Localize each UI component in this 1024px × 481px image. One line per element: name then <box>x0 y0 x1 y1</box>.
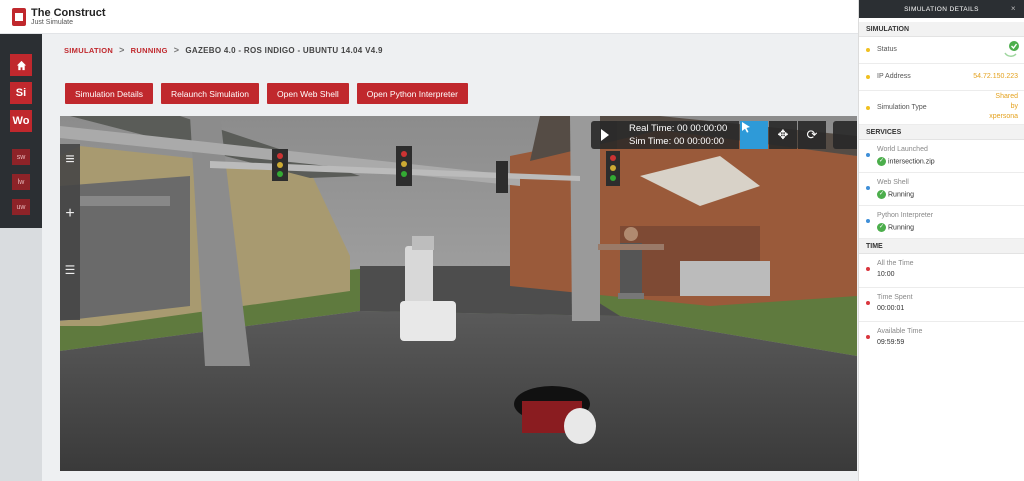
python-row: Python Interpreter ✓ Running <box>859 206 1024 239</box>
layers-icon[interactable]: ☰ <box>62 262 78 278</box>
world-row: World Launched ✓ intersection.zip <box>859 140 1024 173</box>
sidebar: Si Wo sw lw uw <box>0 34 42 481</box>
ip-row: IP Address 54.72.150.223 <box>859 64 1024 91</box>
translate-icon[interactable]: ✥ <box>769 121 797 149</box>
breadcrumb-running[interactable]: RUNNING <box>131 46 168 55</box>
simulation-viewport[interactable]: ≡ + ☰ Real Time: 00 00:00:00 Sim Time: 0… <box>60 116 857 471</box>
logo-icon <box>12 8 26 26</box>
all-time-label: All the Time <box>877 260 914 267</box>
sim-time-text: Sim Time: 00 00:00:00 <box>629 136 725 147</box>
check-icon: ✓ <box>877 190 886 199</box>
time-spent-label: Time Spent <box>877 294 913 301</box>
rotate-icon[interactable]: ⟳ <box>798 121 826 149</box>
type-dot <box>866 106 870 110</box>
all-time-dot <box>866 267 870 271</box>
menu-icon[interactable]: ≡ <box>62 152 78 168</box>
relaunch-simulation-button[interactable]: Relaunch Simulation <box>161 83 259 104</box>
close-icon[interactable]: × <box>1011 4 1016 13</box>
available-time-label: Available Time <box>877 328 923 335</box>
available-time-value: 09:59:59 <box>877 339 905 346</box>
breadcrumb-current: GAZEBO 4.0 - ROS INDIGO - UBUNTU 14.04 V… <box>185 45 383 55</box>
webshell-label: Web Shell <box>877 179 909 186</box>
play-button[interactable] <box>591 121 617 149</box>
sidebar-item-sw[interactable]: sw <box>12 149 30 165</box>
sidebar-item-si[interactable]: Si <box>10 82 32 104</box>
section-services: SERVICES <box>859 125 1024 140</box>
viewport-toolbar-left: ≡ + ☰ <box>60 144 80 320</box>
panel-title: SIMULATION DETAILS <box>904 5 979 13</box>
real-time-text: Real Time: 00 00:00:00 <box>629 123 728 134</box>
ip-value[interactable]: 54.72.150.223 <box>973 73 1018 80</box>
time-display: Real Time: 00 00:00:00 Sim Time: 00 00:0… <box>617 121 739 149</box>
simulation-type-row: Simulation Type Shared by xpersona <box>859 91 1024 125</box>
sidebar-item-wo[interactable]: Wo <box>10 110 32 132</box>
action-bar: Simulation Details Relaunch Simulation O… <box>65 83 468 104</box>
world-value-wrap: ✓ intersection.zip <box>877 157 935 166</box>
panel-header: SIMULATION DETAILS × <box>859 0 1024 18</box>
all-time-value: 10:00 <box>877 271 895 278</box>
section-time: TIME <box>859 239 1024 254</box>
breadcrumb: SIMULATION > RUNNING > GAZEBO 4.0 - ROS … <box>64 45 383 55</box>
world-dot <box>866 153 870 157</box>
ip-label: IP Address <box>877 73 911 80</box>
available-time-dot <box>866 335 870 339</box>
sidebar-item-uw[interactable]: uw <box>12 199 30 215</box>
breadcrumb-separator: > <box>119 45 125 55</box>
status-ok-icon <box>1002 40 1020 60</box>
gazebo-scene <box>60 116 857 471</box>
python-value: Running <box>888 224 915 232</box>
app-subtitle: Just Simulate <box>31 19 74 26</box>
type-value-3: xpersona <box>989 113 1018 120</box>
time-spent-value: 00:00:01 <box>877 305 905 312</box>
sidebar-item-lw[interactable]: lw <box>12 174 30 190</box>
sidebar-footer <box>0 228 42 481</box>
app-title: The Construct <box>31 7 106 19</box>
check-icon: ✓ <box>877 157 886 166</box>
status-row: Status <box>859 37 1024 64</box>
type-value-2: by <box>1010 103 1018 110</box>
time-spent-row: Time Spent 00:00:01 <box>859 288 1024 322</box>
available-time-row: Available Time 09:59:59 <box>859 322 1024 356</box>
webshell-dot <box>866 186 870 190</box>
webshell-value-wrap: ✓ Running <box>877 190 914 199</box>
add-icon[interactable]: + <box>62 206 78 222</box>
select-icon[interactable] <box>740 121 768 149</box>
python-value-wrap: ✓ Running <box>877 223 914 232</box>
type-label: Simulation Type <box>877 104 927 111</box>
open-python-interpreter-button[interactable]: Open Python Interpreter <box>356 83 468 104</box>
python-label: Python Interpreter <box>877 212 934 219</box>
world-label: World Launched <box>877 146 928 153</box>
check-icon: ✓ <box>877 223 886 232</box>
cube-icon[interactable] <box>833 121 857 149</box>
breadcrumb-separator: > <box>173 45 180 55</box>
status-label: Status <box>877 46 897 53</box>
ip-dot <box>866 75 870 79</box>
world-value: intersection.zip <box>888 158 935 166</box>
all-time-row: All the Time 10:00 <box>859 254 1024 288</box>
type-value-1: Shared <box>995 93 1018 100</box>
webshell-value: Running <box>888 191 915 199</box>
simulation-details-button[interactable]: Simulation Details <box>65 83 154 104</box>
python-dot <box>866 219 870 223</box>
status-dot <box>866 48 870 52</box>
breadcrumb-simulation[interactable]: SIMULATION <box>64 46 113 55</box>
webshell-row: Web Shell ✓ Running <box>859 173 1024 206</box>
home-icon[interactable] <box>10 54 32 76</box>
open-web-shell-button[interactable]: Open Web Shell <box>267 83 349 104</box>
section-simulation: SIMULATION <box>859 22 1024 37</box>
simulation-details-panel: SIMULATION DETAILS × SIMULATION Status I… <box>858 0 1024 481</box>
top-bar: The Construct Just Simulate <box>0 0 858 34</box>
time-spent-dot <box>866 301 870 305</box>
